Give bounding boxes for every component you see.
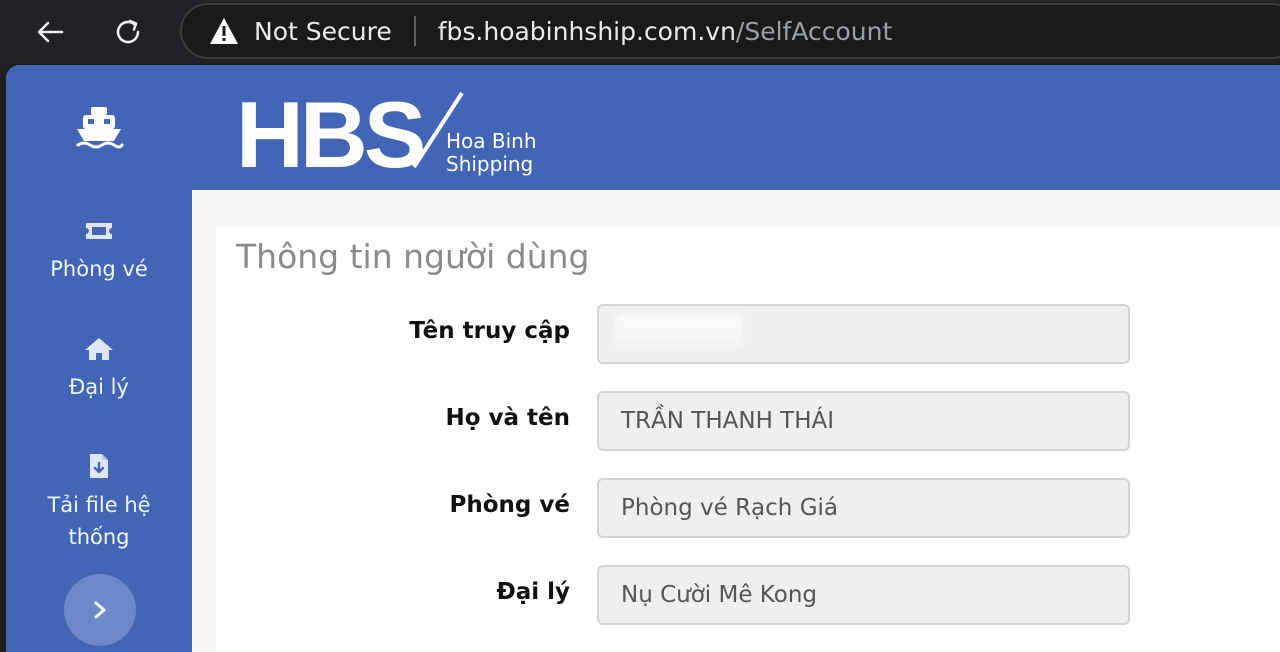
redacted-value <box>615 314 743 354</box>
form-row-ticket-office: Phòng vé Phòng vé Rạch Giá <box>216 478 1280 538</box>
sidebar-item-system-files[interactable]: Tải file hệ thống <box>6 453 192 553</box>
sidebar-expand-button[interactable] <box>64 574 136 646</box>
hbs-logo[interactable]: HBS Hoa Binh Shipping <box>236 89 556 179</box>
user-info-panel: Thông tin người dùng Tên truy cập Họ và … <box>216 227 1280 652</box>
username-label: Tên truy cập <box>409 318 570 344</box>
ticket-icon <box>86 223 112 239</box>
sidebar-item-label: Đại lý <box>69 375 129 399</box>
address-divider <box>413 16 416 46</box>
browser-toolbar: Not Secure fbs.hoabinhship.com.vn/SelfAc… <box>0 0 1280 62</box>
sidebar-item-label: Phòng vé <box>50 257 148 281</box>
page-header: HBS Hoa Binh Shipping <box>192 65 1280 190</box>
ticket-office-field[interactable]: Phòng vé Rạch Giá <box>597 478 1130 538</box>
username-field[interactable] <box>597 304 1130 364</box>
back-arrow-icon <box>37 21 64 43</box>
url-path[interactable]: /SelfAccount <box>736 17 892 46</box>
agency-label: Đại lý <box>496 579 570 605</box>
home-icon <box>85 338 113 360</box>
security-status[interactable]: Not Secure <box>254 17 392 46</box>
ticket-office-label: Phòng vé <box>449 492 570 518</box>
full-name-field[interactable]: TRẦN THANH THÁI <box>597 391 1130 451</box>
logo-line-2: Shipping <box>446 152 533 176</box>
sidebar-item-ticket-office[interactable]: Phòng vé <box>6 219 192 285</box>
reload-button[interactable] <box>106 10 150 54</box>
url-host[interactable]: fbs.hoabinhship.com.vn <box>438 17 736 46</box>
back-button[interactable] <box>28 10 72 54</box>
reload-icon <box>116 19 140 44</box>
address-bar[interactable]: Not Secure fbs.hoabinhship.com.vn/SelfAc… <box>180 3 1280 59</box>
logo-letters: HBS <box>236 89 424 179</box>
chevron-right-icon <box>94 601 106 619</box>
sidebar-item-agency[interactable]: Đại lý <box>6 337 192 403</box>
file-download-icon <box>90 454 108 478</box>
page-viewport: Phòng vé Đại lý Tải file hệ thống HBS Ho… <box>6 65 1280 652</box>
form-row-full-name: Họ và tên TRẦN THANH THÁI <box>216 391 1280 451</box>
agency-field[interactable]: Nụ Cười Mê Kong <box>597 565 1130 625</box>
page-title: Thông tin người dùng <box>236 237 590 276</box>
full-name-label: Họ và tên <box>445 405 570 431</box>
sidebar: Phòng vé Đại lý Tải file hệ thống <box>6 65 192 652</box>
warning-triangle-icon[interactable] <box>208 16 240 46</box>
sidebar-item-label: Tải file hệ thống <box>47 493 151 549</box>
form-row-agency: Đại lý Nụ Cười Mê Kong <box>216 565 1280 625</box>
form-row-username: Tên truy cập <box>216 304 1280 364</box>
logo-line-1: Hoa Binh <box>446 129 537 153</box>
ship-icon[interactable] <box>74 105 124 149</box>
